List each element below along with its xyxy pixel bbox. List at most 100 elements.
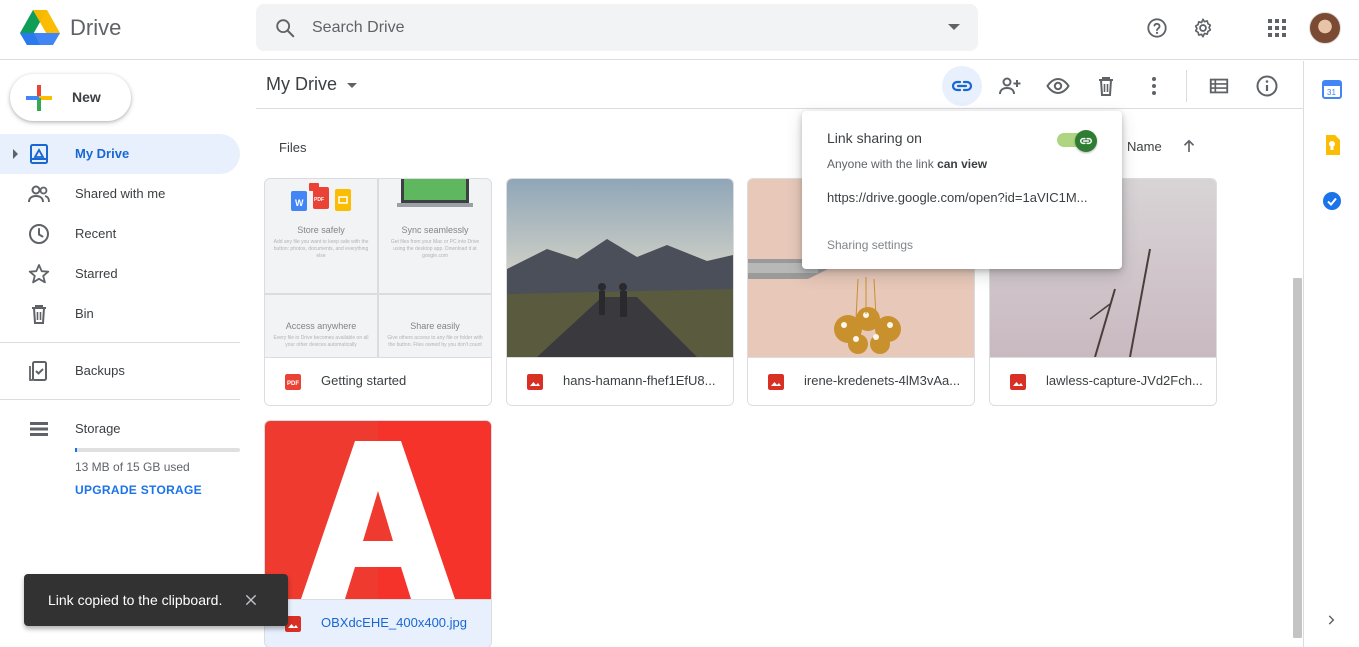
remove-button[interactable] xyxy=(1086,66,1126,106)
file-thumbnail: W PDF Store safely Add any file you want… xyxy=(265,179,491,357)
share-icon xyxy=(999,77,1021,95)
star-icon xyxy=(28,264,50,284)
side-panel-rail: 31 xyxy=(1303,61,1359,647)
avatar[interactable] xyxy=(1309,12,1341,44)
pdf-file-icon: PDF xyxy=(285,374,301,390)
sidebar-item-label: My Drive xyxy=(75,146,130,161)
share-button[interactable] xyxy=(990,66,1030,106)
sidebar-item-label: Recent xyxy=(75,226,117,241)
file-thumbnail xyxy=(507,179,733,357)
sort-by-name-button[interactable]: Name xyxy=(1127,139,1162,154)
app-header: Drive xyxy=(0,0,1359,60)
sidebar-divider xyxy=(0,342,240,343)
search-input[interactable] xyxy=(312,14,912,41)
preview-cell-description: Add any file you want to keep safe with … xyxy=(273,239,369,259)
sharing-settings-link[interactable]: Sharing settings xyxy=(827,238,913,252)
share-link-url[interactable]: https://drive.google.com/open?id=1aVIC1M… xyxy=(827,190,1099,205)
storage-progress-fill xyxy=(75,448,77,452)
list-view-button[interactable] xyxy=(1199,66,1239,106)
file-card-footer[interactable]: hans-hamann-fhef1EfU8... xyxy=(507,357,733,405)
title-dropdown-icon[interactable] xyxy=(347,83,357,88)
sidebar-item-storage[interactable]: Storage xyxy=(0,409,240,449)
expand-caret-icon[interactable] xyxy=(13,149,18,159)
file-card-getting-started[interactable]: W PDF Store safely Add any file you want… xyxy=(264,178,492,406)
list-view-icon xyxy=(1209,78,1229,94)
getting-started-preview: W PDF Store safely Add any file you want… xyxy=(265,179,491,357)
svg-text:PDF: PDF xyxy=(314,197,324,203)
details-icon xyxy=(1256,75,1278,97)
scrollbar-thumb[interactable] xyxy=(1293,278,1302,638)
new-button[interactable]: New xyxy=(10,74,131,121)
sidebar-item-backups[interactable]: Backups xyxy=(0,351,240,391)
preview-cell-title: Sync seamlessly xyxy=(401,225,469,235)
doc-types-icon: W PDF xyxy=(291,183,351,211)
sidebar-item-starred[interactable]: Starred xyxy=(0,254,240,294)
preview-cell-title: Access anywhere xyxy=(285,321,357,331)
file-name: hans-hamann-fhef1EfU8... xyxy=(563,373,716,388)
link-permission-level[interactable]: can view xyxy=(937,157,987,171)
file-card-footer[interactable]: lawless-capture-JVd2Fch... xyxy=(990,357,1216,405)
storage-progress-bar xyxy=(75,448,240,452)
search-bar[interactable] xyxy=(256,4,978,51)
file-card-hans-hamann[interactable]: hans-hamann-fhef1EfU8... xyxy=(506,178,734,406)
sidebar-item-bin[interactable]: Bin xyxy=(0,294,240,334)
shared-people-icon xyxy=(28,185,50,203)
preview-cell-store: W PDF Store safely Add any file you want… xyxy=(265,179,377,293)
preview-button[interactable] xyxy=(1038,66,1078,106)
sidebar-item-shared-with-me[interactable]: Shared with me xyxy=(0,174,240,214)
get-link-button[interactable] xyxy=(942,66,982,106)
settings-icon[interactable] xyxy=(1191,16,1215,40)
red-letter-a-image xyxy=(265,421,491,599)
drive-logo-icon xyxy=(20,10,60,45)
svg-text:W: W xyxy=(295,198,304,208)
preview-cell-sync: Sync seamlessly Get files from your Mac … xyxy=(379,179,491,293)
sidebar-divider xyxy=(0,399,240,400)
preview-cell-access: Access anywhere Every file in Drive beco… xyxy=(265,295,377,357)
apps-grid-icon[interactable] xyxy=(1265,16,1289,40)
preview-cell-title: Store safely xyxy=(297,225,345,235)
storage-icon xyxy=(30,422,48,436)
details-button[interactable] xyxy=(1247,66,1287,106)
toggle-knob xyxy=(1075,130,1097,152)
clock-icon xyxy=(29,224,49,244)
preview-cell-description: Give others access to any file or folder… xyxy=(387,335,483,348)
file-name: Getting started xyxy=(321,373,407,388)
svg-text:PDF: PDF xyxy=(287,381,299,387)
sidebar-item-recent[interactable]: Recent xyxy=(0,214,240,254)
tasks-icon[interactable] xyxy=(1322,191,1342,211)
close-icon[interactable] xyxy=(243,592,259,608)
snackbar-message: Link copied to the clipboard. xyxy=(48,592,223,608)
link-permission-prefix: Anyone with the link xyxy=(827,157,934,171)
upgrade-storage-link[interactable]: UPGRADE STORAGE xyxy=(75,483,202,497)
more-icon xyxy=(1152,77,1156,95)
app-name: Drive xyxy=(70,15,122,40)
help-icon[interactable] xyxy=(1145,16,1169,40)
file-card-footer[interactable]: OBXdcEHE_400x400.jpg xyxy=(265,599,491,647)
file-card-obxdcehe[interactable]: OBXdcEHE_400x400.jpg xyxy=(264,420,492,647)
search-icon[interactable] xyxy=(274,17,296,39)
more-actions-button[interactable] xyxy=(1134,66,1174,106)
trash-icon xyxy=(32,305,46,324)
sort-ascending-icon[interactable] xyxy=(1180,137,1198,155)
new-button-label: New xyxy=(72,89,101,105)
search-options-icon[interactable] xyxy=(948,24,960,30)
chevron-right-icon[interactable] xyxy=(1324,613,1338,627)
keep-icon[interactable] xyxy=(1324,135,1340,155)
drive-logo[interactable]: Drive xyxy=(20,10,121,46)
file-card-footer[interactable]: PDF Getting started xyxy=(265,357,491,405)
my-drive-icon xyxy=(30,144,48,164)
page-title[interactable]: My Drive xyxy=(266,74,337,95)
image-file-icon xyxy=(768,374,784,390)
link-permission-text: Anyone with the link can view xyxy=(827,157,987,171)
file-card-footer[interactable]: irene-kredenets-4lM3vAa... xyxy=(748,357,974,405)
calendar-icon[interactable]: 31 xyxy=(1322,79,1342,99)
image-file-icon xyxy=(527,374,543,390)
preview-cell-share: Share easily Give others access to any f… xyxy=(379,295,491,357)
toolbar-divider-line xyxy=(256,108,1303,109)
link-sharing-toggle[interactable] xyxy=(1057,130,1097,152)
laptop-icon xyxy=(397,179,473,207)
sidebar-item-my-drive[interactable]: My Drive xyxy=(0,134,240,174)
sidebar-item-label: Storage xyxy=(75,421,121,436)
remove-icon xyxy=(1099,77,1113,96)
sidebar-item-label: Shared with me xyxy=(75,186,166,201)
